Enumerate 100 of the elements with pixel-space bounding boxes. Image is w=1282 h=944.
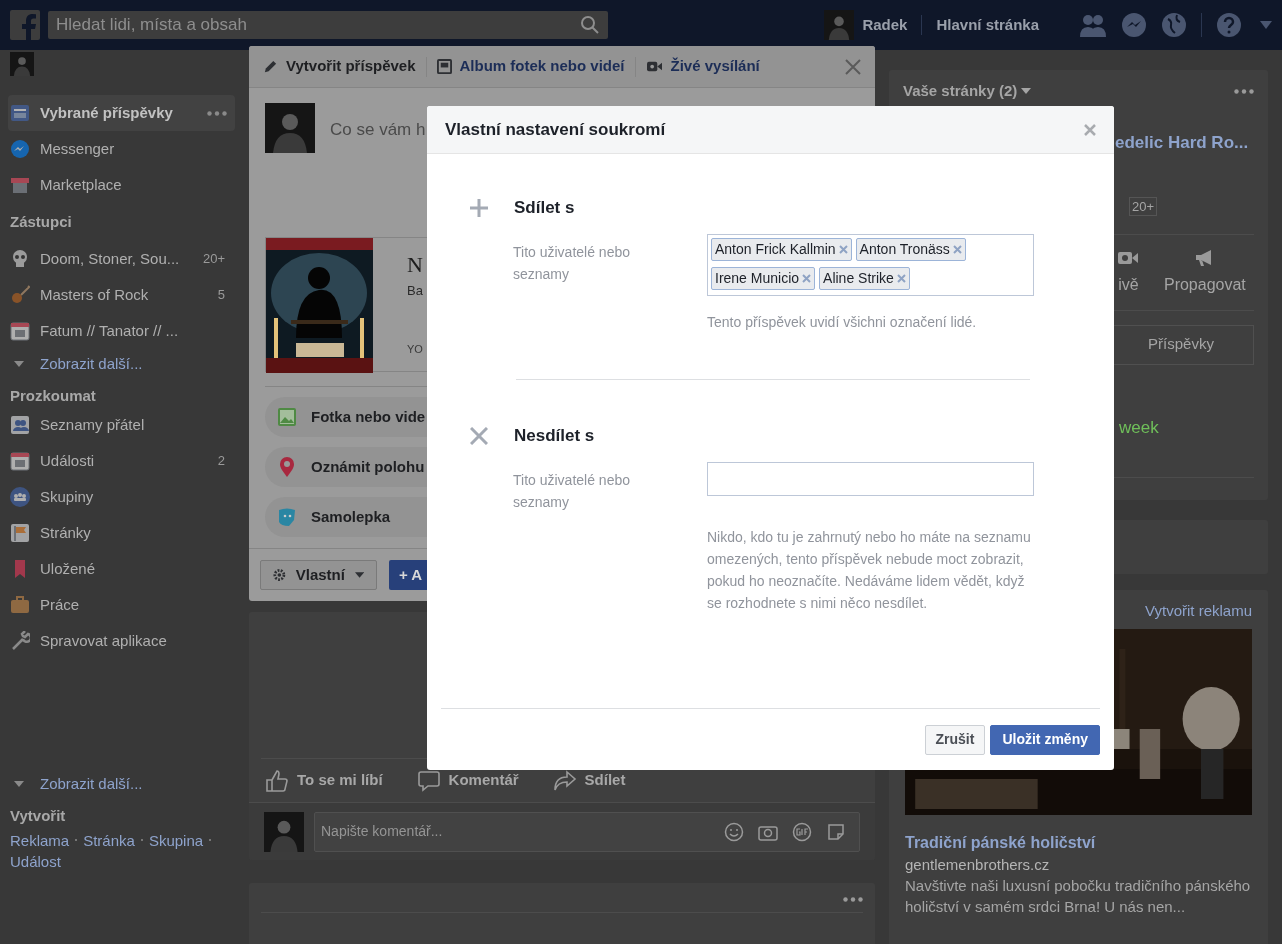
sidebar-item-label: Spravovat aplikace <box>40 630 168 651</box>
emoji-icon[interactable] <box>724 821 744 842</box>
create-ad-link[interactable]: Vytvořit reklamu <box>1145 600 1252 623</box>
count: 5 <box>217 286 225 305</box>
see-more-link[interactable]: Zobrazit další... <box>8 769 235 799</box>
sidebar-item-label: Marketplace <box>40 174 123 195</box>
globe-icon[interactable] <box>1161 12 1187 38</box>
composer-tab[interactable]: Album fotek nebo videí <box>436 55 625 78</box>
sidebar-item-label: Seznamy přátel <box>40 414 146 435</box>
sticker-icon[interactable] <box>826 821 846 842</box>
remove-icon[interactable] <box>838 245 848 254</box>
section-heading: Prozkoumat <box>9 386 97 406</box>
ad-title[interactable]: Tradiční pánské holičství <box>905 830 1096 855</box>
sidebar-item[interactable]: Vybrané příspěvky <box>8 95 235 131</box>
location-pin-icon <box>277 456 297 478</box>
post-action-button[interactable]: To se mi líbí <box>265 768 383 793</box>
stat-text: week <box>1119 416 1159 439</box>
token-label: Aline Strike <box>823 269 894 288</box>
dialog-title: Vlastní nastavení soukromí <box>445 118 666 141</box>
post-prompt[interactable]: Co se vám h <box>330 117 426 153</box>
pages-title[interactable]: Vaše stránky (2) <box>903 79 1018 103</box>
facebook-logo-icon[interactable] <box>10 10 40 40</box>
sidebar-item-label: Fatum // Tanator // ... <box>40 320 180 341</box>
sidebar-item[interactable]: Práce <box>8 587 235 623</box>
see-more-link[interactable]: Zobrazit další... <box>8 349 235 379</box>
sidebar-item-label: Skupiny <box>40 486 95 507</box>
thumbs-up-icon <box>265 768 289 793</box>
share-arrow-icon <box>552 768 577 793</box>
section-heading: Vytvořit <box>9 806 67 826</box>
remove-icon[interactable] <box>952 245 962 254</box>
pencil-icon <box>263 59 278 74</box>
field-hint: Tento příspěvek uvidí všichni označení lidé. <box>707 313 978 332</box>
preview-title[interactable]: N <box>407 248 423 281</box>
post-action-button[interactable]: Sdílet <box>552 768 626 793</box>
field-hint: Nikdo, kdo tu je zahrnutý nebo ho máte na seznamu omezených, tento příspěvek nebude moct zobrazit, pokud ho neoznačíte. Nedáváme lidem vědět, když se rozhodnete s nimi něco nesdílet. <box>707 528 1032 613</box>
calendar-icon <box>10 321 30 341</box>
sidebar-item-label: Uložené <box>40 558 97 579</box>
sidebar-item[interactable]: Masters of Rock 5 <box>8 277 235 313</box>
sidebar-item[interactable]: Fatum // Tanator // ... <box>8 313 235 349</box>
page-action-button[interactable]: Propagovat <box>1155 248 1254 306</box>
create-link[interactable]: Reklama <box>10 829 70 851</box>
avatar <box>265 103 315 153</box>
more-icon[interactable] <box>843 897 863 902</box>
home-link[interactable]: Hlavní stránka <box>936 13 1039 37</box>
caret-icon <box>14 361 24 367</box>
skull-icon <box>10 249 30 269</box>
page-action-button[interactable]: ivě <box>1115 248 1142 306</box>
composer-tab[interactable]: Živé vysílání <box>645 55 760 78</box>
create-link[interactable]: Událost <box>10 850 61 872</box>
remove-icon[interactable] <box>802 274 812 283</box>
exclude-field[interactable] <box>707 462 1034 496</box>
gif-icon[interactable] <box>792 821 812 842</box>
caret-icon <box>14 781 24 787</box>
sidebar-item-label: Práce <box>40 594 81 615</box>
sidebar-item[interactable]: Marketplace <box>8 167 235 203</box>
ad-domain: gentlemenbrothers.cz <box>905 854 1050 875</box>
search-icon[interactable] <box>580 15 600 35</box>
save-button[interactable]: Uložit změny <box>990 724 1100 755</box>
sidebar-item[interactable]: Skupiny <box>8 479 235 515</box>
avatar <box>264 811 304 852</box>
preview-source: YO <box>407 341 423 357</box>
sidebar-item-label: Vybrané příspěvky <box>40 102 174 123</box>
sidebar-item[interactable]: Uložené <box>8 551 235 587</box>
create-link[interactable]: Skupina <box>148 829 204 851</box>
close-icon[interactable] <box>845 58 861 75</box>
caret-icon[interactable] <box>1260 21 1272 29</box>
remove-icon[interactable] <box>896 274 906 283</box>
sidebar-item[interactable]: Události 2 <box>8 443 235 479</box>
page-name-link[interactable]: edelic Hard Ro... <box>1115 133 1249 152</box>
post-action-button[interactable]: Komentář <box>416 768 519 793</box>
sidebar-item[interactable]: Spravovat aplikace <box>8 623 235 659</box>
groups-icon <box>10 487 30 507</box>
section-heading: Zástupci <box>9 212 73 232</box>
cross-icon <box>470 427 488 445</box>
friends-icon[interactable] <box>1079 13 1107 37</box>
help-icon[interactable] <box>1216 12 1242 38</box>
composer-tab[interactable]: Vytvořit příspěvek <box>263 55 416 78</box>
cancel-button[interactable]: Zrušit <box>924 724 986 755</box>
caret-icon <box>1021 88 1032 94</box>
create-link[interactable]: Stránka <box>83 829 135 851</box>
more-icon[interactable] <box>1234 88 1254 94</box>
sidebar-item[interactable]: Stránky <box>8 515 235 551</box>
token-label: Irene Municio <box>715 269 800 288</box>
count-badge: 20+ <box>1129 196 1158 216</box>
sidebar-item-label: Messenger <box>40 138 116 159</box>
shop-icon <box>10 175 30 195</box>
sidebar-item[interactable]: Messenger <box>8 131 235 167</box>
sidebar-item-label: Události <box>40 450 96 471</box>
recipients-field[interactable]: Anton Frick Kallmin Anton Tronäss Irene Municio Aline Strike <box>707 234 1034 296</box>
comment-field[interactable]: Napište komentář... <box>314 811 860 852</box>
wrench-icon <box>10 631 30 651</box>
privacy-button[interactable]: Vlastní <box>260 560 377 590</box>
more-icon[interactable] <box>207 110 227 116</box>
messenger-icon[interactable] <box>1121 12 1147 38</box>
sidebar-item[interactable]: Doom, Stoner, Sou... 20+ <box>8 241 235 277</box>
token-label: Anton Tronäss <box>859 240 950 259</box>
close-icon[interactable] <box>1084 123 1096 136</box>
section-heading: Sdílet s <box>514 197 575 220</box>
sidebar-item[interactable]: Seznamy přátel <box>8 407 235 443</box>
profile-link[interactable]: Radek <box>824 10 908 40</box>
